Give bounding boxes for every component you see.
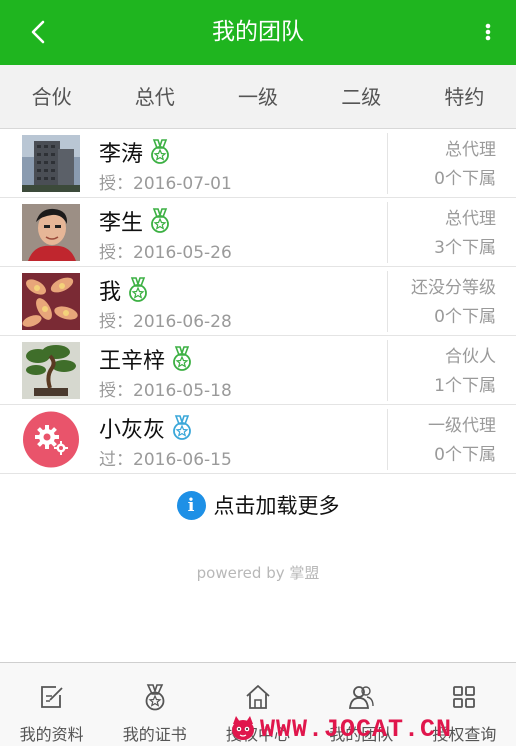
man-photo-avatar bbox=[22, 204, 80, 261]
medal-icon bbox=[151, 208, 169, 233]
member-name: 我 bbox=[99, 274, 149, 306]
info-icon: i bbox=[176, 490, 206, 520]
nav-label: 我的资料 bbox=[19, 725, 84, 744]
member-level: 总代理 bbox=[445, 140, 496, 160]
load-more-button[interactable]: i 点击加载更多 bbox=[0, 487, 516, 523]
member-name-text: 李涛 bbox=[99, 142, 144, 167]
list-item[interactable]: 我 授：2016-06-28 还没分等级 0个下属 bbox=[0, 267, 516, 336]
member-name: 李涛 bbox=[99, 136, 171, 168]
list-item[interactable]: 王辛梓 授：2016-05-18 合伙人 1个下属 bbox=[0, 336, 516, 405]
home-icon bbox=[246, 685, 270, 709]
member-name-text: 小灰灰 bbox=[99, 418, 166, 443]
building-photo-avatar bbox=[22, 135, 80, 192]
authorization-date: 授：2016-07-01 bbox=[99, 174, 232, 194]
grid-icon bbox=[453, 686, 476, 708]
gear-avatar bbox=[23, 411, 79, 468]
member-name-text: 王辛梓 bbox=[99, 349, 166, 374]
tab-level-two[interactable]: 二级 bbox=[310, 65, 413, 128]
member-name-text: 我 bbox=[99, 280, 122, 305]
medal-icon bbox=[173, 415, 191, 440]
medal-icon bbox=[145, 684, 165, 711]
member-level: 合伙人 bbox=[445, 347, 496, 367]
member-level: 还没分等级 bbox=[411, 278, 496, 298]
authorization-date: 授：2016-05-26 bbox=[99, 243, 232, 263]
subordinate-count: 0个下属 bbox=[434, 169, 496, 189]
subordinate-count: 3个下属 bbox=[434, 238, 496, 258]
team-member-list: 李涛 授：2016-07-01 总代理 0个下属 李生 授：2016-05-26… bbox=[0, 129, 516, 474]
subordinate-count: 0个下属 bbox=[434, 445, 496, 465]
list-item[interactable]: 小灰灰 过：2016-06-15 一级代理 0个下属 bbox=[0, 405, 516, 474]
row-divider bbox=[387, 133, 388, 194]
tab-level-one[interactable]: 一级 bbox=[206, 65, 309, 128]
member-name-text: 李生 bbox=[99, 211, 144, 236]
nav-my-certificate[interactable]: 我的证书 bbox=[103, 663, 206, 746]
page-title: 我的团队 bbox=[212, 19, 304, 45]
more-vertical-icon[interactable] bbox=[478, 18, 498, 46]
nav-my-profile[interactable]: 我的资料 bbox=[0, 663, 103, 746]
powered-by-footer: powered by 掌盟 bbox=[196, 564, 320, 582]
member-level: 一级代理 bbox=[428, 416, 496, 436]
member-name: 王辛梓 bbox=[99, 343, 193, 375]
tab-general-agent[interactable]: 总代 bbox=[103, 65, 206, 128]
row-divider bbox=[387, 271, 388, 332]
bonsai-photo-avatar bbox=[22, 342, 80, 399]
top-bar: 我的团队 bbox=[0, 0, 516, 65]
medal-icon bbox=[151, 139, 169, 164]
medal-icon bbox=[129, 277, 147, 302]
tab-partner[interactable]: 合伙 bbox=[0, 65, 103, 128]
row-divider bbox=[387, 340, 388, 401]
medal-icon bbox=[173, 346, 191, 371]
member-name: 李生 bbox=[99, 205, 171, 237]
list-item[interactable]: 李涛 授：2016-07-01 总代理 0个下属 bbox=[0, 129, 516, 198]
flowers-photo-avatar bbox=[22, 273, 80, 330]
list-item[interactable]: 李生 授：2016-05-26 总代理 3个下属 bbox=[0, 198, 516, 267]
authorization-date: 授：2016-06-28 bbox=[99, 312, 232, 332]
authorization-date: 过：2016-06-15 bbox=[99, 450, 232, 470]
edit-icon bbox=[40, 686, 63, 708]
watermark-text: WWW.JOCAT.CN bbox=[260, 714, 453, 744]
row-divider bbox=[387, 409, 388, 470]
member-name: 小灰灰 bbox=[99, 412, 193, 444]
team-icon bbox=[349, 686, 374, 709]
load-more-label: 点击加载更多 bbox=[213, 494, 340, 518]
authorization-date: 授：2016-05-18 bbox=[99, 381, 232, 401]
member-level: 总代理 bbox=[445, 209, 496, 229]
cat-logo-icon bbox=[232, 716, 254, 740]
row-divider bbox=[387, 202, 388, 263]
level-tabs: 合伙 总代 一级 二级 特约 bbox=[0, 65, 516, 129]
nav-label: 我的证书 bbox=[122, 725, 187, 744]
watermark: WWW.JOCAT.CN bbox=[228, 712, 452, 746]
subordinate-count: 1个下属 bbox=[434, 376, 496, 396]
subordinate-count: 0个下属 bbox=[434, 307, 496, 327]
tab-special[interactable]: 特约 bbox=[413, 65, 516, 128]
